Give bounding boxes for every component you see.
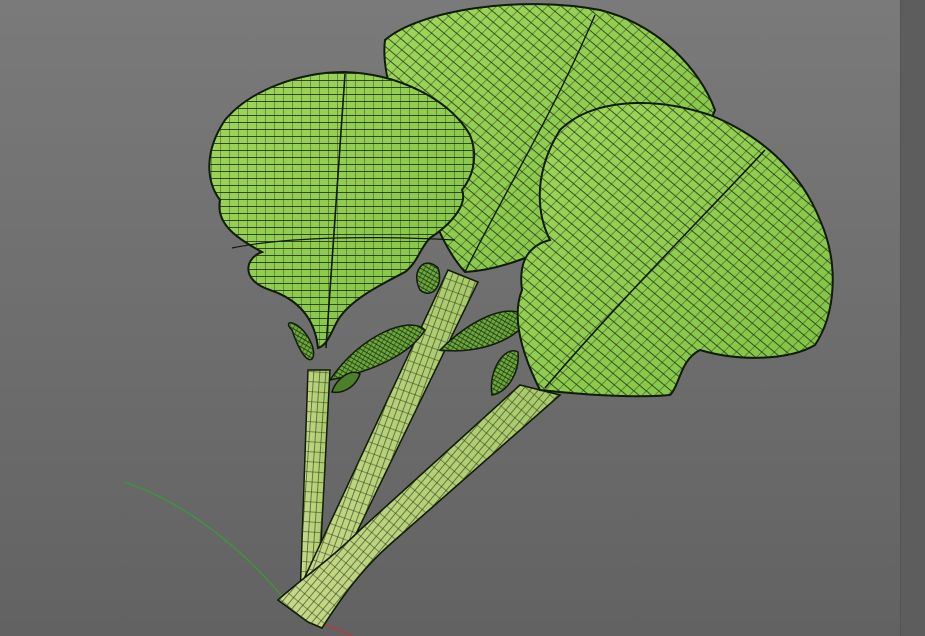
front-right-leaf [516, 102, 834, 398]
3d-viewport[interactable] [0, 0, 900, 636]
viewport-side-panel[interactable] [900, 0, 925, 636]
viewport-canvas[interactable] [0, 0, 900, 636]
y-axis-line [123, 481, 286, 601]
